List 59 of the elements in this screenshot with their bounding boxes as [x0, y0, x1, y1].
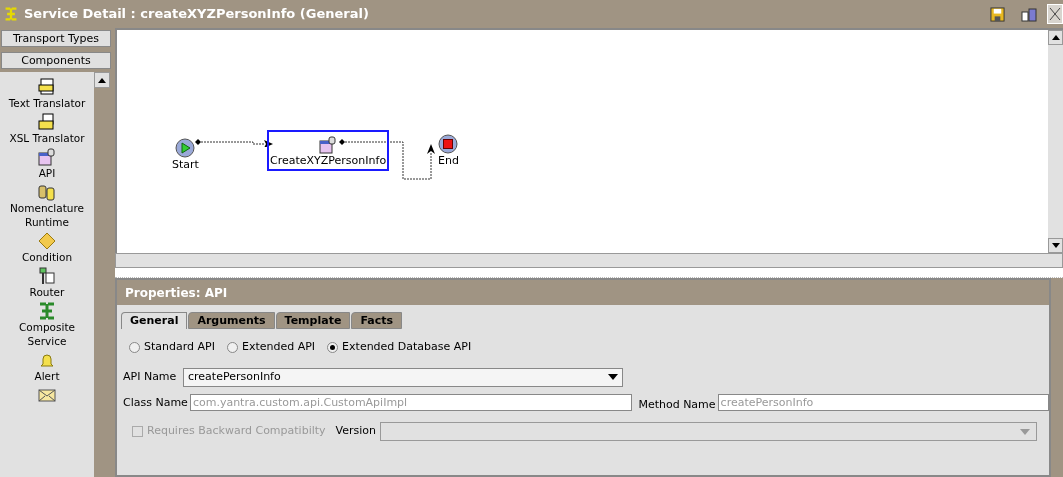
tab[interactable]: Arguments: [188, 312, 275, 329]
field-label: API Name: [123, 368, 178, 385]
radio-button[interactable]: [226, 341, 238, 353]
calendar-cup-icon: [38, 148, 56, 166]
tab[interactable]: Facts: [351, 312, 402, 329]
stop-icon: [438, 134, 459, 154]
window-title: Service Detail : createXYZPersonInfo (General): [24, 5, 369, 24]
component-label[interactable]: XSL Translator: [2, 131, 92, 145]
close-button[interactable]: [1047, 4, 1063, 24]
splitter[interactable]: [115, 268, 1063, 278]
save-icon[interactable]: [990, 6, 1005, 22]
radio-label[interactable]: Standard API: [144, 339, 215, 356]
up-arrow-icon: [98, 77, 106, 83]
network-icon: [38, 302, 56, 320]
checkbox-label: Requires Backward Compatibilty: [147, 423, 326, 440]
component-label[interactable]: Condition: [2, 250, 92, 264]
scrollbar[interactable]: [1048, 30, 1063, 253]
router-icon: [38, 267, 56, 285]
calendar-cup-icon: [319, 136, 338, 154]
component-label[interactable]: Text Translator: [2, 96, 92, 110]
panel-title: Properties: API: [125, 284, 228, 302]
node-label: CreateXYZPersonInfo: [270, 154, 387, 168]
component-label[interactable]: API: [2, 166, 92, 180]
tab[interactable]: Template: [275, 312, 351, 329]
node-label: Start: [172, 158, 199, 172]
version-dropdown[interactable]: [380, 422, 1037, 441]
section-button[interactable]: Transport Types: [1, 30, 111, 47]
section-button[interactable]: Components: [1, 52, 111, 69]
node-label: End: [438, 154, 459, 168]
radio-label[interactable]: Extended API: [241, 339, 316, 356]
cylinders-icon: [38, 183, 56, 201]
component-label[interactable]: Router: [2, 285, 92, 299]
flow-node[interactable]: End: [435, 128, 462, 171]
down-arrow-icon: [1051, 243, 1060, 248]
radio-button[interactable]: [129, 341, 140, 353]
flow-node[interactable]: Start: [169, 132, 202, 175]
caret-icon: [608, 374, 618, 380]
close-icon: [1049, 7, 1061, 21]
play-icon: [175, 138, 196, 158]
field-label: Method Name: [638, 396, 716, 413]
flow-node[interactable]: CreateXYZPersonInfo: [267, 130, 390, 171]
diamond-icon: [38, 232, 56, 250]
scrollbar[interactable]: [115, 253, 1063, 268]
component-label[interactable]: Composite Service: [2, 320, 92, 348]
envelope-icon: [38, 386, 56, 404]
api-name-dropdown[interactable]: createPersonInfo: [183, 367, 623, 387]
dropdown-value: createPersonInfo: [188, 368, 281, 385]
save-all-icon[interactable]: [1021, 6, 1037, 22]
radio-button[interactable]: [327, 341, 339, 353]
network-icon: [4, 7, 18, 21]
caret-icon: [1020, 428, 1030, 435]
tab[interactable]: General: [121, 312, 188, 329]
field-label: Version: [335, 423, 377, 440]
component-label[interactable]: Nomenclature Runtime: [2, 201, 92, 229]
up-arrow-icon: [1051, 35, 1060, 40]
component-label[interactable]: Alert: [2, 369, 92, 383]
radio-label[interactable]: Extended Database API: [342, 339, 472, 356]
bell-icon: [38, 351, 56, 369]
field-label: Class Name: [123, 394, 188, 411]
